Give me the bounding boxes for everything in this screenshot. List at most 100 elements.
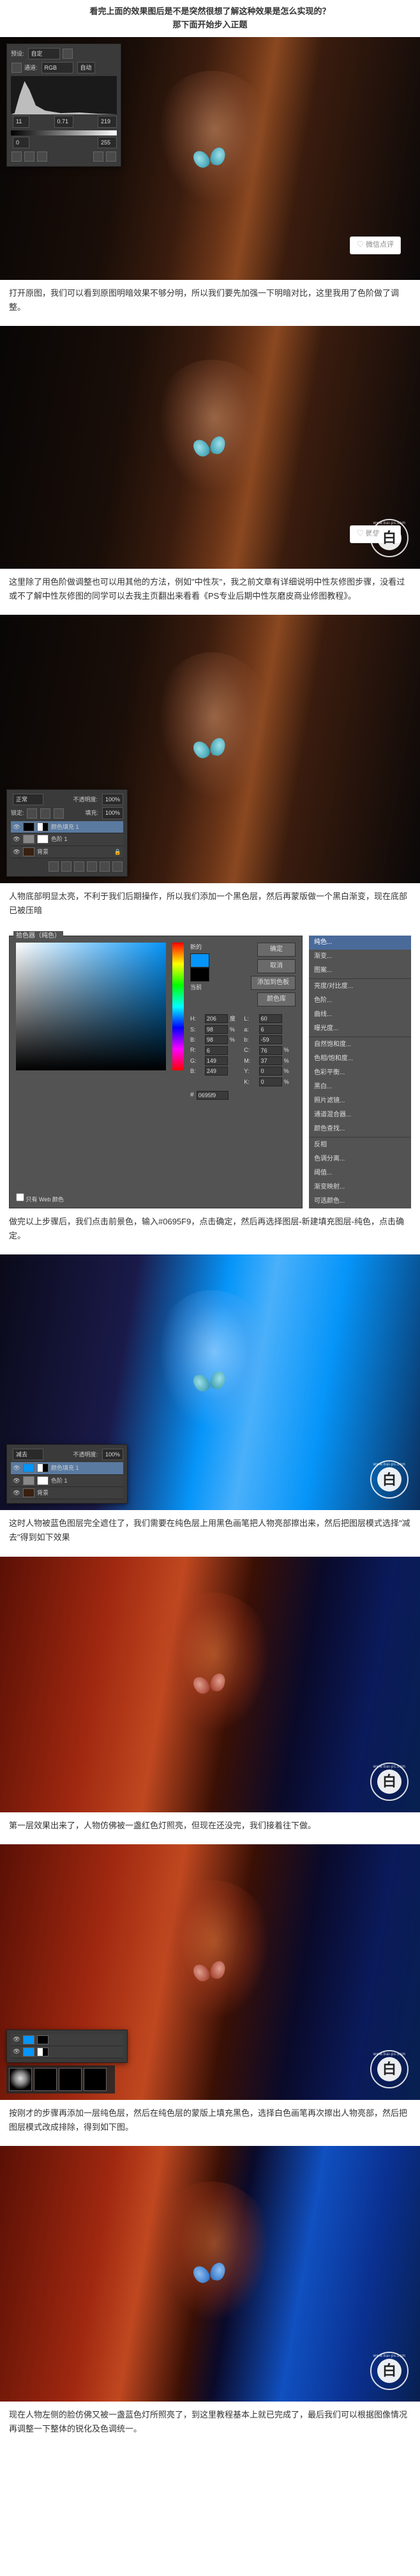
menu-bw[interactable]: 黑白...	[309, 1080, 411, 1094]
reference-thumb[interactable]	[84, 2068, 107, 2091]
r-input[interactable]	[205, 1046, 228, 1055]
blend-mode-select[interactable]: 正常	[13, 794, 43, 805]
h-input[interactable]	[205, 1014, 228, 1023]
layer-mask-thumb	[37, 2035, 49, 2044]
visibility-icon[interactable]: 👁	[13, 2036, 20, 2044]
lock-position-icon[interactable]	[40, 808, 50, 819]
fx-icon[interactable]	[49, 861, 59, 872]
c-input[interactable]	[259, 1046, 282, 1055]
cancel-button[interactable]: 取消	[257, 959, 296, 973]
web-only-checkbox[interactable]	[16, 1193, 24, 1201]
levels-icon	[11, 63, 22, 73]
visibility-icon[interactable]: 👁	[13, 848, 20, 856]
menu-threshold[interactable]: 阈值...	[309, 1166, 411, 1180]
layer-row[interactable]: 👁	[11, 2046, 123, 2058]
reset-icon[interactable]	[106, 151, 116, 162]
reference-thumb[interactable]	[34, 2068, 57, 2091]
bri-input[interactable]	[205, 1035, 228, 1044]
lock-all-icon[interactable]	[54, 808, 64, 819]
visibility-icon[interactable]: 👁	[13, 1489, 20, 1497]
layer-row-bg[interactable]: 👁 背景 🔒	[11, 846, 123, 858]
opacity-value[interactable]: 100%	[102, 1449, 123, 1460]
layer-row-fill[interactable]: 👁 颜色填充 1	[11, 821, 123, 833]
levels-histogram[interactable]	[11, 76, 117, 114]
lab-b-input[interactable]	[259, 1035, 282, 1044]
layer-thumb	[23, 847, 34, 856]
hex-input[interactable]	[197, 1091, 229, 1100]
l-input[interactable]	[259, 1014, 282, 1023]
blend-mode-select[interactable]: 减去	[13, 1449, 43, 1460]
layer-row-levels[interactable]: 👁 色阶 1	[11, 1475, 123, 1487]
menu-pattern[interactable]: 图案...	[309, 964, 411, 978]
comment-badge[interactable]: 微信点评	[350, 236, 401, 254]
picker-new-label: 新的	[190, 943, 209, 952]
color-lib-button[interactable]: 颜色库	[257, 992, 296, 1006]
mask-thumbnail[interactable]	[9, 2068, 32, 2091]
levels-channel-label: 通道:	[24, 63, 38, 72]
menu-lookup[interactable]: 颜色查找...	[309, 1122, 411, 1136]
m-input[interactable]	[259, 1056, 282, 1065]
menu-brightness[interactable]: 亮度/对比度...	[309, 980, 411, 994]
lock-pixels-icon[interactable]	[27, 808, 37, 819]
menu-solid-color[interactable]: 纯色...	[309, 936, 411, 950]
g-input[interactable]	[205, 1056, 228, 1065]
menu-levels[interactable]: 色阶...	[309, 994, 411, 1008]
visibility-icon[interactable]: 👁	[13, 823, 20, 831]
hue-slider[interactable]	[172, 943, 184, 1070]
layer-mask-thumb	[37, 822, 49, 831]
menu-mixer[interactable]: 通道混合器...	[309, 1108, 411, 1122]
eyedropper-white-icon[interactable]	[37, 151, 47, 162]
k-unit: %	[284, 1077, 296, 1086]
visibility-icon[interactable]: 👁	[13, 1477, 20, 1485]
swatch-new	[190, 953, 209, 968]
levels-input-high[interactable]: 219	[98, 116, 117, 127]
menu-exposure[interactable]: 曝光度...	[309, 1022, 411, 1036]
menu-vibrance[interactable]: 自然饱和度...	[309, 1038, 411, 1052]
fill-value[interactable]: 100%	[102, 807, 123, 819]
layer-row[interactable]: 👁	[11, 2034, 123, 2046]
ok-button[interactable]: 确定	[257, 943, 296, 957]
levels-output-gradient[interactable]	[11, 130, 117, 135]
menu-curves[interactable]: 曲线...	[309, 1008, 411, 1022]
levels-input-low[interactable]: 11	[13, 116, 29, 127]
a-input[interactable]	[259, 1025, 282, 1034]
eyedropper-gray-icon[interactable]	[24, 151, 34, 162]
new-layer-icon[interactable]	[100, 861, 110, 872]
preset-menu-icon[interactable]	[63, 49, 73, 59]
visibility-icon[interactable]: 👁	[13, 835, 20, 843]
menu-posterize[interactable]: 色调分离...	[309, 1152, 411, 1166]
levels-channel-select[interactable]: RGB	[41, 62, 73, 73]
levels-preset-select[interactable]: 自定	[28, 48, 60, 59]
color-field[interactable]	[16, 943, 166, 1070]
s-input[interactable]	[205, 1025, 228, 1034]
reference-thumb[interactable]	[59, 2068, 82, 2091]
trash-icon[interactable]	[112, 861, 123, 872]
menu-invert[interactable]: 反相	[309, 1138, 411, 1152]
levels-output-low[interactable]: 0	[13, 137, 29, 148]
opacity-value[interactable]: 100%	[102, 794, 123, 805]
levels-input-mid[interactable]: 0.71	[54, 116, 73, 127]
layer-row-fill[interactable]: 👁 颜色填充 1	[11, 1462, 123, 1474]
menu-selective-color[interactable]: 可选颜色...	[309, 1194, 411, 1208]
layer-row-bg[interactable]: 👁 背景	[11, 1487, 123, 1499]
mask-icon[interactable]	[61, 861, 71, 872]
y-input[interactable]	[259, 1067, 282, 1076]
eyedropper-black-icon[interactable]	[11, 151, 22, 162]
menu-gradient[interactable]: 渐变...	[309, 950, 411, 964]
levels-output-high[interactable]: 255	[98, 137, 117, 148]
adjustment-icon[interactable]	[74, 861, 84, 872]
levels-auto-button[interactable]: 自动	[77, 62, 95, 73]
clip-icon[interactable]	[93, 151, 103, 162]
group-icon[interactable]	[87, 861, 97, 872]
layer-row-levels[interactable]: 👁 色阶 1	[11, 833, 123, 845]
visibility-icon[interactable]: 👁	[13, 1464, 20, 1472]
menu-balance[interactable]: 色彩平衡...	[309, 1066, 411, 1080]
visibility-icon[interactable]: 👁	[13, 2048, 20, 2056]
layer-thumb	[23, 2048, 34, 2056]
k-input[interactable]	[259, 1077, 282, 1086]
blue-input[interactable]	[205, 1067, 228, 1076]
add-swatch-button[interactable]: 添加到色板	[251, 976, 296, 990]
menu-gradient-map[interactable]: 渐变映射...	[309, 1180, 411, 1194]
menu-hsl[interactable]: 色相/饱和度...	[309, 1052, 411, 1066]
menu-photo-filter[interactable]: 照片滤镜...	[309, 1094, 411, 1108]
